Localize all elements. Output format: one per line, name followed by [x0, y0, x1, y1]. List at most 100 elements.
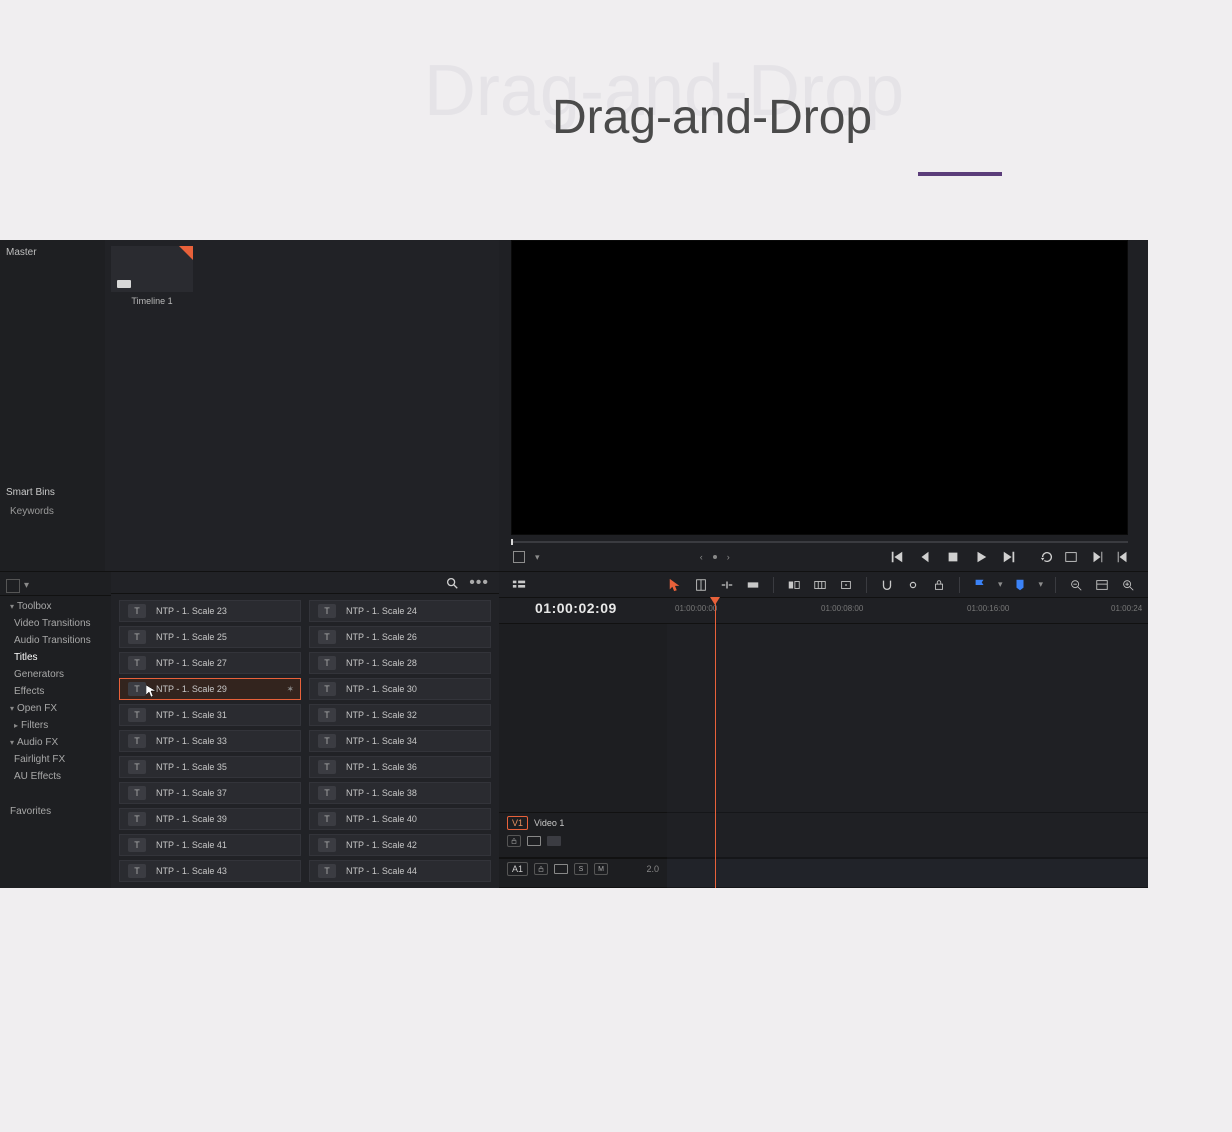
viewer-scrub-bar[interactable] [511, 541, 1128, 543]
title-type-icon: T [128, 786, 146, 800]
viewer-crop-tool-icon[interactable] [513, 551, 525, 563]
title-type-icon: T [128, 630, 146, 644]
toolbox-openfx-header[interactable]: ▾Open FX [0, 700, 111, 717]
timeline-playhead[interactable] [715, 598, 716, 888]
title-item[interactable]: TNTP - 1. Scale 41 [119, 834, 301, 856]
title-item[interactable]: TNTP - 1. Scale 30 [309, 678, 491, 700]
timeline-replace-tool-icon[interactable] [786, 577, 802, 593]
timeline-options-icon[interactable] [1094, 577, 1110, 593]
title-item[interactable]: TNTP - 1. Scale 27 [119, 652, 301, 674]
track-mute-button[interactable]: M [594, 863, 608, 875]
track-badge-a1[interactable]: A1 [507, 862, 528, 876]
title-item[interactable]: TNTP - 1. Scale 26 [309, 626, 491, 648]
title-area: Drag-and-Drop Drag-and-Drop [0, 0, 1232, 200]
scrub-playhead[interactable] [511, 539, 513, 545]
step-prev-icon[interactable] [1116, 550, 1130, 564]
title-item[interactable]: TNTP - 1. Scale 34 [309, 730, 491, 752]
timeline-zoom-out-icon[interactable] [1068, 577, 1084, 593]
timeline-view-options-icon[interactable] [511, 577, 527, 593]
title-item-selected[interactable]: T NTP - 1. Scale 29 ✶ [119, 678, 301, 700]
timeline-selection-tool-icon[interactable] [667, 577, 683, 593]
titles-search-icon[interactable] [445, 576, 459, 590]
toolbox-effects[interactable]: Effects [0, 683, 111, 700]
media-pool-clips[interactable]: Timeline 1 [105, 240, 499, 571]
track-thumb-toggle-icon[interactable] [547, 836, 561, 846]
title-item[interactable]: TNTP - 1. Scale 32 [309, 704, 491, 726]
effects-view-toggle-icon[interactable] [6, 579, 20, 593]
toolbox-audiofx-au[interactable]: AU Effects [0, 768, 111, 785]
loop-icon[interactable] [1040, 550, 1054, 564]
bin-master-label[interactable]: Master [0, 244, 105, 261]
viewer-prev-marker-icon[interactable]: ‹ [700, 552, 703, 562]
track-lane-a1[interactable] [667, 858, 1148, 888]
timeline-flag-icon[interactable] [972, 577, 988, 593]
title-item[interactable]: TNTP - 1. Scale 42 [309, 834, 491, 856]
title-item[interactable]: TNTP - 1. Scale 44 [309, 860, 491, 882]
title-item[interactable]: TNTP - 1. Scale 35 [119, 756, 301, 778]
timeline-overwrite-tool-icon[interactable] [745, 577, 761, 593]
viewer-marker-dot-icon[interactable] [713, 555, 717, 559]
stop-icon[interactable] [946, 550, 960, 564]
track-headers: V1 Video 1 A1 [499, 624, 667, 888]
timeline-fit-to-fill-tool-icon[interactable] [812, 577, 828, 593]
jump-start-icon[interactable] [890, 550, 904, 564]
toolbox-video-transitions[interactable]: Video Transitions [0, 615, 111, 632]
toolbox-openfx-filters[interactable]: ▸Filters [0, 717, 111, 734]
toolbox-audio-transitions[interactable]: Audio Transitions [0, 632, 111, 649]
viewer-canvas[interactable] [511, 240, 1128, 535]
toolbox-generators[interactable]: Generators [0, 666, 111, 683]
timeline-snapping-icon[interactable] [879, 577, 895, 593]
step-next-icon[interactable] [1090, 550, 1104, 564]
title-item[interactable]: TNTP - 1. Scale 23 [119, 600, 301, 622]
title-type-icon: T [318, 812, 336, 826]
timeline-zoom-in-icon[interactable] [1120, 577, 1136, 593]
title-item[interactable]: TNTP - 1. Scale 36 [309, 756, 491, 778]
toolbox-titles[interactable]: Titles [0, 649, 111, 666]
timeline-blade-tool-icon[interactable] [693, 577, 709, 593]
track-lock-icon[interactable] [534, 863, 548, 875]
toolbox-audiofx-fairlight[interactable]: Fairlight FX [0, 751, 111, 768]
track-lane-v1[interactable] [667, 812, 1148, 858]
step-back-icon[interactable] [918, 550, 932, 564]
track-badge-v1[interactable]: V1 [507, 816, 528, 830]
title-item[interactable]: TNTP - 1. Scale 25 [119, 626, 301, 648]
viewer-next-marker-icon[interactable]: › [727, 552, 730, 562]
timeline-lock-icon[interactable] [931, 577, 947, 593]
title-item[interactable]: TNTP - 1. Scale 40 [309, 808, 491, 830]
timeline-marker-chevron-icon[interactable]: ▾ [1038, 579, 1043, 590]
track-solo-button[interactable]: S [574, 863, 588, 875]
timeline-marker-icon[interactable] [1012, 577, 1028, 593]
toolbox-header[interactable]: ▾Toolbox [0, 598, 111, 615]
title-item[interactable]: TNTP - 1. Scale 24 [309, 600, 491, 622]
play-icon[interactable] [974, 550, 988, 564]
match-frame-icon[interactable] [1064, 550, 1078, 564]
title-item[interactable]: TNTP - 1. Scale 31 [119, 704, 301, 726]
title-item[interactable]: TNTP - 1. Scale 38 [309, 782, 491, 804]
timeline-ripple-tool-icon[interactable] [838, 577, 854, 593]
timeline-clip-icon [117, 280, 131, 288]
track-header-a1[interactable]: A1 S M 2.0 [499, 858, 667, 888]
toolbox-audiofx-header[interactable]: ▾Audio FX [0, 734, 111, 751]
timeline-ruler[interactable]: 01:00:02:09 01:00:00:00 01:00:08:00 01:0… [499, 598, 1148, 624]
toolbox-favorites[interactable]: Favorites [0, 803, 111, 820]
title-item[interactable]: TNTP - 1. Scale 43 [119, 860, 301, 882]
timeline-insert-tool-icon[interactable] [719, 577, 735, 593]
clip-thumb-timeline-1[interactable] [111, 246, 193, 292]
titles-options-icon[interactable]: ••• [469, 574, 489, 592]
track-auto-select-icon[interactable] [554, 864, 568, 874]
title-item[interactable]: TNTP - 1. Scale 33 [119, 730, 301, 752]
title-item[interactable]: TNTP - 1. Scale 37 [119, 782, 301, 804]
track-auto-select-icon[interactable] [527, 836, 541, 846]
effects-view-chevron-icon[interactable]: ▾ [24, 580, 29, 591]
viewer-crop-menu-chevron-icon[interactable]: ▾ [535, 552, 540, 563]
timeline-link-icon[interactable] [905, 577, 921, 593]
smart-bin-keywords[interactable]: Keywords [0, 502, 105, 521]
title-item[interactable]: TNTP - 1. Scale 28 [309, 652, 491, 674]
timeline-flag-chevron-icon[interactable]: ▾ [998, 579, 1003, 590]
track-lock-icon[interactable] [507, 835, 521, 847]
title-item[interactable]: TNTP - 1. Scale 39 [119, 808, 301, 830]
jump-end-icon[interactable] [1002, 550, 1016, 564]
title-type-icon: T [128, 734, 146, 748]
track-lanes[interactable] [667, 624, 1148, 888]
track-header-v1[interactable]: V1 Video 1 [499, 812, 667, 858]
